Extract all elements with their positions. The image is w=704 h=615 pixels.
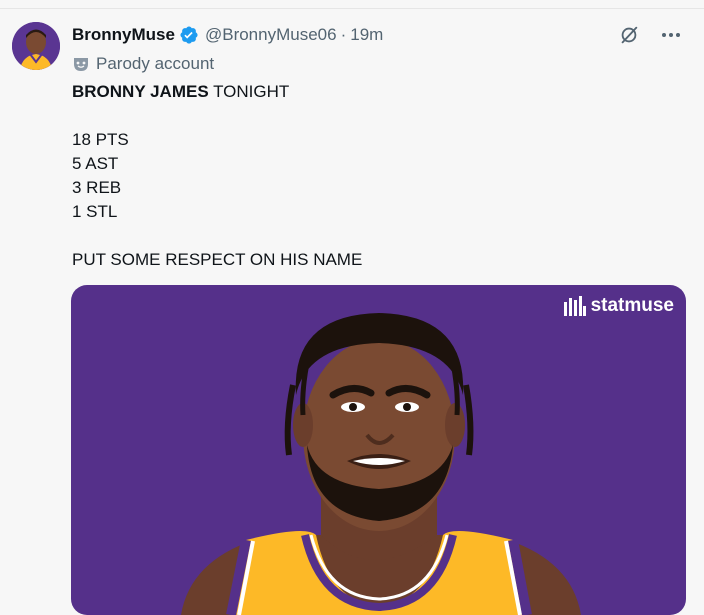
tweet-media[interactable]: statmuse	[71, 285, 686, 615]
divider	[0, 8, 704, 9]
headline: BRONNY JAMES TONIGHT	[72, 80, 672, 104]
closing-line: PUT SOME RESPECT ON HIS NAME	[72, 250, 363, 269]
separator-dot: ·	[340, 25, 347, 44]
parody-mask-icon	[72, 55, 90, 73]
headline-rest: TONIGHT	[208, 82, 290, 101]
stat-line: 18 PTS	[72, 130, 129, 149]
tweet-header: BronnyMuse @BronnyMuse06 · 19m	[72, 22, 684, 48]
stat-line: 3 REB	[72, 178, 122, 197]
grok-icon[interactable]	[616, 22, 642, 48]
stat-line: 1 STL	[72, 202, 118, 221]
headline-bold[interactable]: BRONNY JAMES	[72, 82, 209, 101]
parody-label: Parody account	[72, 52, 214, 76]
tweet-text: BRONNY JAMES TONIGHT 18 PTS 5 AST 3 REB …	[72, 80, 672, 272]
handle[interactable]: @BronnyMuse06	[205, 25, 337, 45]
timestamp[interactable]: 19m	[350, 25, 383, 45]
avatar[interactable]	[12, 22, 60, 70]
display-name[interactable]: BronnyMuse	[72, 25, 175, 45]
stat-line: 5 AST	[72, 154, 119, 173]
verified-badge-icon[interactable]	[179, 25, 199, 45]
more-icon[interactable]	[658, 22, 684, 48]
player-illustration	[181, 313, 581, 615]
parody-text: Parody account	[96, 54, 215, 73]
